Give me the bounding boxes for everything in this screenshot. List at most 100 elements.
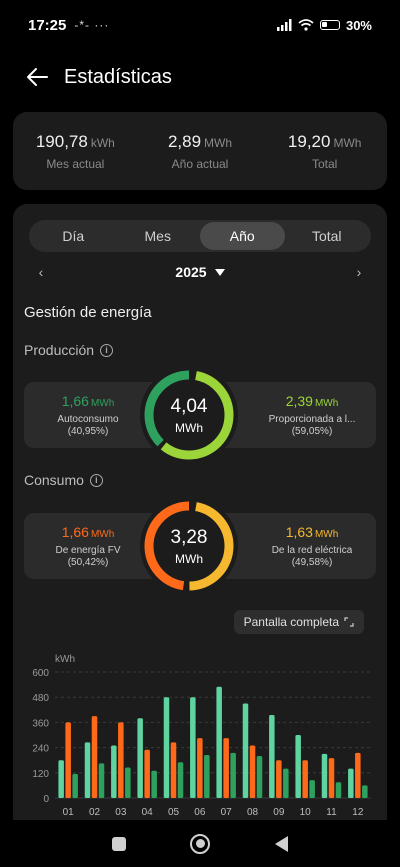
battery-level: 30% [345, 17, 372, 33]
page-title: Estadísticas [64, 65, 172, 88]
nav-back-button[interactable] [274, 835, 288, 852]
grid-feed-unit: MWh [314, 398, 339, 409]
bar [309, 780, 315, 798]
production-ring: 4,04 MWh [140, 366, 238, 464]
self-use-percent: (40,95%) [67, 426, 109, 437]
header: Estadísticas [0, 56, 400, 98]
production-label: Producción [24, 342, 95, 358]
chevron-right-icon[interactable]: › [347, 264, 371, 280]
self-use-label: Autoconsumo [57, 414, 119, 425]
y-tick-label: 360 [32, 718, 49, 729]
period-selector: ‹ 2025 › [29, 260, 371, 284]
summary-label: Total [312, 156, 338, 171]
bar [328, 758, 335, 798]
bar [163, 697, 170, 798]
fullscreen-label: Pantalla completa [243, 615, 339, 629]
arrow-left-icon [27, 68, 48, 86]
grid-percent: (49,58%) [291, 557, 333, 568]
bar [170, 742, 177, 798]
monthly-energy-chart: kWh 0 120 240 360 480 600 01 02 03 04 05 06 07 08 09 10 1… [32, 654, 371, 818]
consumption-heading: Consumo i [24, 472, 103, 488]
tab-month[interactable]: Mes [116, 222, 201, 250]
info-icon[interactable]: i [100, 343, 114, 357]
summary-label: Año actual [171, 156, 229, 171]
summary-value: 19,20 [287, 131, 331, 151]
consumption-label: Consumo [24, 472, 84, 488]
bar [256, 756, 263, 798]
summary-label: Mes actual [46, 156, 105, 171]
summary-year: 2,89 MWh Año actual [138, 112, 263, 190]
bar [58, 760, 64, 798]
recent-apps-button[interactable] [112, 836, 127, 851]
x-tick-label: 05 [168, 807, 180, 818]
year-dropdown[interactable]: 2025 [175, 264, 225, 280]
production-grid-feed: 2,39 MWh Proporcionada a l... (59,05%) [248, 382, 376, 448]
tab-day[interactable]: Día [31, 222, 116, 250]
status-notification-icons: -*- ··· [74, 18, 110, 32]
consumption-total-value: 3,28 [170, 526, 208, 548]
consumption-total: 3,28 MWh [140, 497, 238, 595]
y-tick-label: 600 [32, 668, 49, 679]
production-total: 4,04 MWh [140, 366, 238, 464]
x-tick-label: 03 [115, 807, 127, 818]
grid-label: De la red eléctrica [271, 545, 353, 556]
bar [204, 754, 210, 798]
bar [111, 745, 117, 798]
summary-unit: kWh [90, 135, 115, 150]
status-time: 17:25 [28, 16, 67, 34]
bar [190, 697, 196, 798]
bar [302, 760, 308, 798]
grid-feed-percent: (59,05%) [291, 426, 333, 437]
y-tick-label: 0 [43, 794, 49, 805]
bar [269, 715, 275, 798]
consumption-pv: 1,66 MWh De energía FV (50,42%) [24, 513, 152, 579]
consumption-ring: 3,28 MWh [140, 497, 238, 595]
bar [242, 703, 249, 798]
grid-unit: MWh [314, 529, 339, 540]
pv-unit: MWh [90, 529, 115, 540]
bar [84, 742, 91, 798]
x-tick-label: 12 [352, 807, 364, 818]
bar [283, 768, 289, 798]
back-button[interactable] [22, 62, 52, 92]
summary-value: 190,78 [35, 131, 88, 151]
system-nav-bar [0, 820, 400, 867]
caret-down-icon [214, 268, 225, 276]
bar [249, 745, 256, 798]
bar [276, 760, 282, 798]
pv-value: 1,66 [61, 524, 89, 540]
tab-year[interactable]: Año [200, 222, 285, 250]
production-total-value: 4,04 [170, 395, 208, 417]
period-tabs: Día Mes Año Total [29, 220, 371, 252]
info-icon[interactable]: i [89, 473, 103, 487]
bar [223, 738, 229, 798]
bar [65, 722, 71, 798]
bar [98, 763, 105, 798]
year-label: 2025 [175, 264, 207, 280]
signal-icon [276, 19, 292, 31]
y-tick-label: 120 [32, 769, 49, 780]
battery-icon [319, 20, 340, 30]
x-tick-label: 04 [142, 807, 154, 818]
expand-icon [344, 617, 354, 627]
x-tick-label: 01 [63, 807, 75, 818]
self-use-value: 1,66 [61, 393, 89, 409]
tab-total[interactable]: Total [285, 222, 370, 250]
bar [151, 770, 157, 798]
fullscreen-button[interactable]: Pantalla completa [233, 610, 364, 634]
x-tick-label: 07 [221, 807, 233, 818]
pv-label: De energía FV [55, 545, 121, 556]
bar [137, 718, 143, 798]
summary-unit: MWh [204, 135, 233, 150]
bar [118, 722, 124, 798]
y-tick-label: 480 [32, 693, 49, 704]
x-tick-label: 10 [300, 807, 312, 818]
bar [177, 762, 184, 798]
summary-value: 2,89 [167, 131, 202, 151]
home-button[interactable] [190, 833, 211, 854]
status-bar: 17:25 -*- ··· 30% [0, 0, 400, 50]
bar [72, 773, 78, 798]
chevron-left-icon[interactable]: ‹ [29, 264, 53, 280]
consumption-total-unit: MWh [175, 551, 203, 566]
summary-month: 190,78 kWh Mes actual [13, 112, 138, 190]
